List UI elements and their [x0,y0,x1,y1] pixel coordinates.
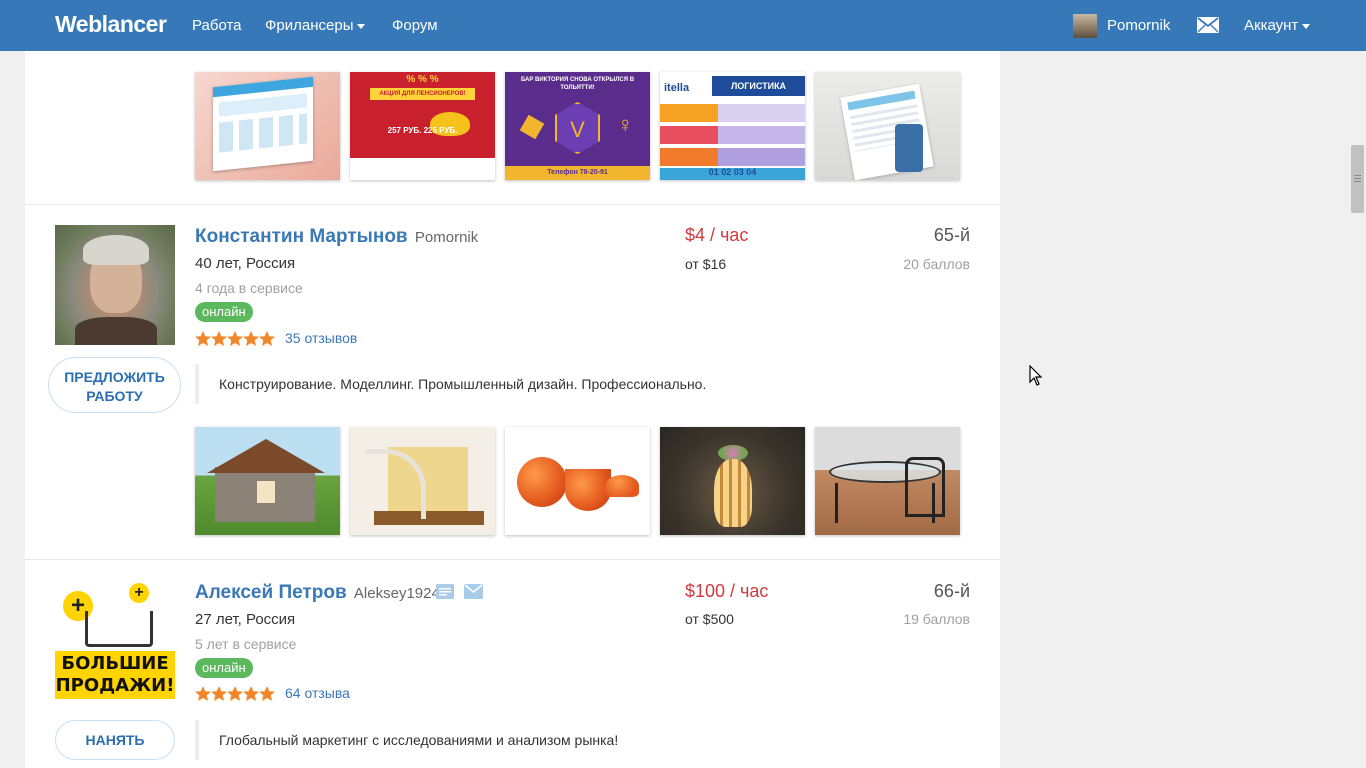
freelancer-description: Глобальный маркетинг с исследованиями и … [195,720,618,760]
portfolio-thumb[interactable]: БАР ВИКТОРИЯ СНОВА ОТКРЫЛСЯ В ТОЛЬЯТТИ! … [505,72,650,180]
plus-icon: + [129,583,149,603]
thumb-text: ЛОГИСТИКА [712,76,805,96]
hire-button[interactable]: НАНЯТЬ [55,720,175,760]
phone-mockup [895,124,923,172]
freelancer-login: Pomornik [414,229,479,246]
thumb-text: 257 РУБ. 225 РУБ. [387,126,458,135]
mail-icon[interactable] [464,584,483,599]
freelancer-avatar[interactable] [55,225,175,345]
freelancer-list: % % % АКЦИЯ ДЛЯ ПЕНСИОНЕРОВ! 257 РУБ. 22… [25,51,1000,768]
account-menu[interactable]: Аккаунт [1244,17,1311,34]
freelancer-avatar[interactable]: + + БОЛЬШИЕ ПРОДАЖИ! [55,581,175,701]
portfolio-thumb[interactable]: % % % АКЦИЯ ДЛЯ ПЕНСИОНЕРОВ! 257 РУБ. 22… [350,72,495,180]
venus-icon: ♀ [617,112,634,137]
step-bar [660,104,805,122]
freelancer-name-text: Константин Мартынов [195,226,408,247]
avatar-banner-line2: ПРОДАЖИ! [55,675,175,696]
thumb-text: Телефон 78-20-91 [505,166,650,180]
thumb-footer [350,158,495,180]
freelancer-name-text: Алексей Петров [195,582,347,603]
freelancer-name[interactable]: Алексей Петров Aleksey1924 [195,582,440,604]
freelancer-name[interactable]: Константин Мартынов Pomornik [195,226,478,248]
rank: 65-й [933,225,970,245]
portfolio-thumb[interactable] [505,427,650,535]
site-logo[interactable]: Weblancer [55,11,167,38]
rank: 66-й [933,581,970,601]
thumb-text: 01 02 03 04 [708,167,757,177]
mouse-cursor-icon [1029,365,1043,386]
points: 20 баллов [903,256,970,272]
age-country: 40 лет, Россия [195,255,296,272]
online-badge: онлайн [195,658,253,678]
rating-stars [195,686,275,702]
scrollbar-grip [1354,181,1361,182]
house-window [257,481,275,503]
reviews-link[interactable]: 35 отзывов [285,330,357,346]
shirt-shape [75,317,157,345]
offer-work-button-line1: ПРЕДЛОЖИТЬ [64,369,165,385]
thumb-text: % % % [406,74,439,85]
divider [25,204,1000,205]
nav-link-forum[interactable]: Форум [392,17,438,34]
experience: 5 лет в сервисе [195,636,297,652]
hair-shape [83,235,149,265]
chair-shape [905,457,945,517]
thumb-text: АКЦИЯ ДЛЯ ПЕНСИОНЕРОВ! [370,88,475,100]
scrollbar-grip [1354,178,1361,179]
freelancer-description: Конструирование. Моделлинг. Промышленный… [195,364,706,404]
scrollbar-grip [1354,175,1361,176]
message-icon[interactable] [436,584,454,599]
portfolio-thumb[interactable]: itella ЛОГИСТИКА 01 02 03 04 [660,72,805,180]
portfolio-thumb[interactable] [195,427,340,535]
website-mockup [213,76,313,172]
avatar-banner: БОЛЬШИЕ ПРОДАЖИ! [55,651,175,699]
hourly-price: $4 / час [685,225,749,245]
house-roof [207,439,325,473]
account-menu-label: Аккаунт [1244,17,1299,34]
scrollbar-thumb[interactable] [1351,145,1364,213]
min-price: от $16 [685,256,727,272]
divider [25,559,1000,560]
portfolio-thumb[interactable] [660,427,805,535]
nav-link-work[interactable]: Работа [192,17,242,34]
mail-icon[interactable] [1197,17,1219,33]
apple-shape [517,457,567,507]
age-country: 27 лет, Россия [195,611,296,628]
step-bar [660,126,805,144]
lid-shape [605,475,639,497]
top-navbar: Weblancer Работа Фрилансеры Форум Pomorn… [0,0,1366,51]
thumb-text: itella [664,82,690,94]
offer-work-button[interactable]: ПРЕДЛОЖИТЬ РАБОТУ [48,357,181,413]
freelancer-login: Aleksey1924 [353,585,440,602]
portfolio-thumb[interactable] [195,72,340,180]
online-badge: онлайн [195,302,253,322]
thumb-text: V [555,102,600,154]
reviews-link[interactable]: 64 отзыва [285,685,350,701]
min-price: от $500 [685,611,734,627]
hourly-price: $100 / час [685,581,769,601]
vase-shape [714,459,752,527]
user-avatar[interactable] [1073,14,1097,38]
portfolio-thumb[interactable] [815,72,960,180]
experience: 4 года в сервисе [195,280,303,296]
thumb-text: БАР ВИКТОРИЯ СНОВА ОТКРЫЛСЯ В ТОЛЬЯТТИ! [520,77,635,91]
points: 19 баллов [903,611,970,627]
avatar-banner-line1: БОЛЬШИЕ [61,653,169,674]
portfolio-thumb[interactable] [815,427,960,535]
portfolio-thumb[interactable] [350,427,495,535]
nav-link-freelancers-label: Фрилансеры [265,17,354,34]
cart-icon [85,611,153,647]
nav-link-freelancers[interactable]: Фрилансеры [265,17,366,34]
offer-work-button-line2: РАБОТУ [86,388,143,404]
caret-down-icon [1302,23,1311,29]
step-bar [660,148,805,166]
user-name-link[interactable]: Pomornik [1107,17,1170,34]
party-popper [519,114,545,140]
rating-stars [195,331,275,347]
caret-down-icon [357,23,366,29]
